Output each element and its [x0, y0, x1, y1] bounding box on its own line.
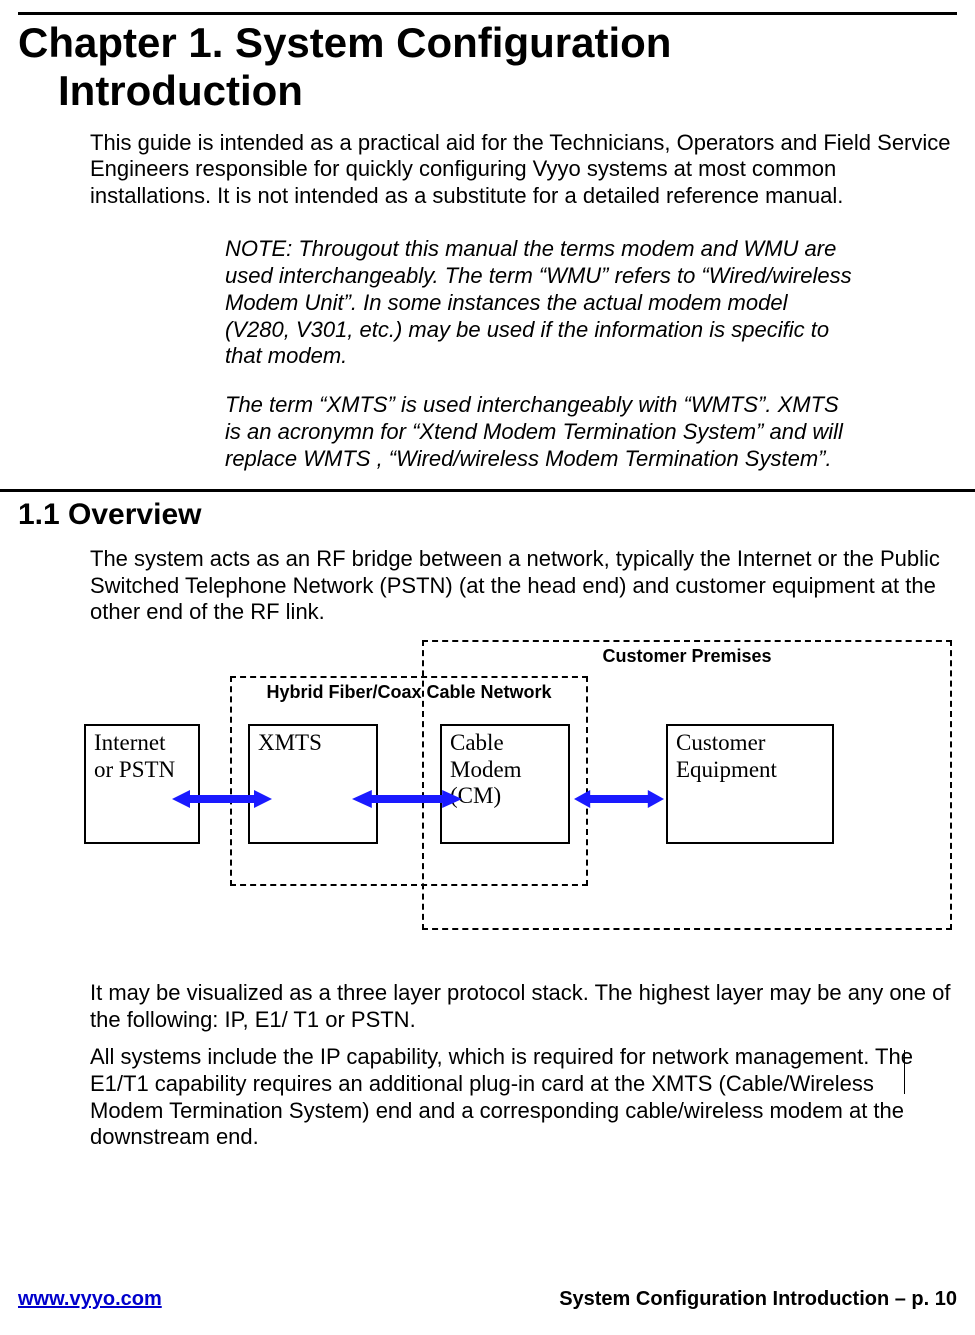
- note-block: NOTE: Througout this manual the terms mo…: [225, 236, 855, 473]
- footer-page-label: System Configuration Introduction – p. 1…: [559, 1288, 957, 1311]
- hfc-label: Hybrid Fiber/Coax Cable Network: [230, 682, 588, 703]
- top-rule: [18, 12, 957, 15]
- box-internet-pstn: Internet or PSTN: [84, 724, 200, 844]
- chapter-title: Chapter 1. System Configuration Introduc…: [18, 19, 957, 116]
- section-heading: 1.1 Overview: [18, 498, 957, 532]
- box-cable-modem: Cable Modem (CM): [440, 724, 570, 844]
- cm-l1: Cable: [450, 730, 504, 755]
- chapter-title-line2: Introduction: [18, 67, 957, 115]
- ce-l2: Equipment: [676, 757, 777, 782]
- box-xmts-label: XMTS: [250, 726, 376, 760]
- overview-paragraph-2: It may be visualized as a three layer pr…: [90, 980, 957, 1034]
- arrow-internet-xmts: [172, 790, 272, 808]
- box-internet-pstn-label: Internet or PSTN: [86, 726, 198, 787]
- box-customer-equipment-label: Customer Equipment: [668, 726, 832, 787]
- page: Chapter 1. System Configuration Introduc…: [0, 12, 975, 1335]
- customer-premises-label: Customer Premises: [422, 646, 952, 667]
- footer: www.vyyo.com System Configuration Introd…: [0, 1288, 975, 1311]
- cm-l2: Modem: [450, 757, 522, 782]
- arrow-xmts-cm: [352, 790, 462, 808]
- note-paragraph-2: The term “XMTS” is used interchangeably …: [225, 392, 855, 472]
- box-xmts: XMTS: [248, 724, 378, 844]
- overview-paragraph-3: All systems include the IP capability, w…: [90, 1044, 957, 1151]
- overview-paragraph-1: The system acts as an RF bridge between …: [90, 546, 957, 626]
- chapter-title-line1: Chapter 1. System Configuration: [18, 19, 671, 66]
- revision-mark: [904, 1050, 905, 1094]
- box-customer-equipment: Customer Equipment: [666, 724, 834, 844]
- section-rule: [0, 489, 975, 492]
- note-paragraph-1: NOTE: Througout this manual the terms mo…: [225, 236, 855, 370]
- ce-l1: Customer: [676, 730, 765, 755]
- system-diagram: Customer Premises Hybrid Fiber/Coax Cabl…: [22, 640, 962, 940]
- intro-paragraph: This guide is intended as a practical ai…: [90, 130, 957, 210]
- footer-url-link[interactable]: www.vyyo.com: [18, 1288, 162, 1311]
- arrow-cm-customer: [574, 790, 664, 808]
